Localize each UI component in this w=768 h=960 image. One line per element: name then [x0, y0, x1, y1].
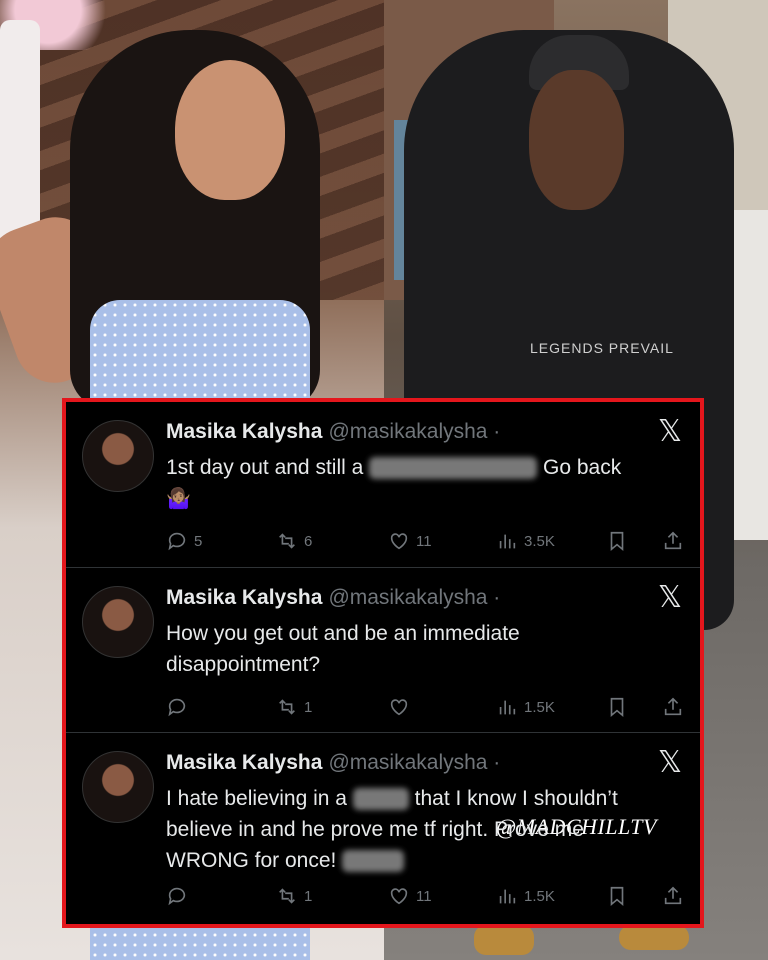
repost-button[interactable]: 1 [276, 696, 312, 718]
handle[interactable]: @masikakalysha · [328, 751, 500, 774]
share-icon [664, 531, 682, 550]
views-button[interactable]: 1.5K [496, 696, 555, 718]
bookmark-button[interactable] [606, 530, 628, 552]
censored-emoji [342, 850, 405, 873]
repost-count: 1 [304, 887, 313, 905]
bookmark-icon [610, 531, 624, 552]
display-name[interactable]: Masika Kalysha [166, 751, 322, 774]
face [175, 60, 285, 200]
tweet-2[interactable]: Masika Kalysha @masikakalysha · 𝕏 How you… [66, 567, 700, 839]
hoodie-text: LEGENDS PREVAIL [530, 340, 674, 356]
boot-left [474, 925, 534, 955]
tweet-text-line: disappointment? [166, 653, 321, 676]
heart-icon [390, 888, 408, 905]
tweets-panel: Masika Kalysha @masikakalysha · 𝕏 1st day… [62, 398, 704, 928]
reply-button[interactable]: 5 [166, 530, 202, 552]
tweet-text: I hate believing in a that I know I shou… [166, 783, 686, 876]
avatar[interactable] [82, 586, 154, 658]
tweet-text-part: that I know I shouldn’t [414, 787, 618, 810]
tweet-text-part: Go back [542, 456, 622, 479]
heart-icon [390, 533, 408, 550]
views-icon [499, 700, 516, 715]
repost-icon [279, 533, 295, 549]
share-icon [664, 697, 682, 716]
censored-word [369, 457, 538, 480]
like-button[interactable]: 11 [388, 530, 432, 552]
views-count: 3.5K [524, 532, 555, 550]
tweet-text-part: I hate believing in a [166, 787, 347, 810]
views-count: 1.5K [524, 698, 555, 716]
tweet-header: Masika Kalysha @masikakalysha · [166, 420, 500, 444]
like-button[interactable] [388, 696, 416, 718]
avatar[interactable] [82, 751, 154, 823]
reply-icon [168, 532, 186, 551]
heart-icon [390, 699, 408, 716]
tweet-3[interactable]: Masika Kalysha @masikakalysha · 𝕏 I hate … [66, 732, 700, 928]
bookmark-icon [610, 886, 624, 907]
repost-icon [279, 699, 295, 715]
tweet-text-part: 1st day out and still a [166, 456, 364, 479]
reply-icon [168, 698, 186, 717]
views-button[interactable]: 3.5K [496, 530, 555, 552]
tweet-text: 1st day out and still a Go back 🤷🏽‍♀️ [166, 452, 686, 514]
bookmark-button[interactable] [606, 696, 628, 718]
reply-icon [168, 887, 186, 906]
x-logo-icon: 𝕏 [657, 414, 683, 449]
face [529, 70, 624, 210]
repost-count: 1 [304, 698, 313, 716]
repost-button[interactable]: 1 [276, 885, 312, 907]
shrug-emoji: 🤷🏽‍♀️ [166, 486, 191, 510]
censored-word [352, 788, 409, 811]
share-icon [664, 886, 682, 905]
repost-count: 6 [304, 532, 313, 550]
action-bar: 5 6 11 3.5K [166, 530, 686, 554]
tweet-text-line: WRONG for once! [166, 849, 337, 872]
tweet-text: How you get out and be an immediate disa… [166, 618, 686, 680]
action-bar: 1 11 1.5K [166, 885, 686, 909]
repost-button[interactable]: 6 [276, 530, 312, 552]
share-button[interactable] [662, 530, 684, 552]
tweet-header: Masika Kalysha @masikakalysha · [166, 751, 500, 775]
display-name[interactable]: Masika Kalysha [166, 420, 322, 443]
action-bar: 1 1.5K [166, 696, 686, 720]
tweet-text-line: How you get out and be an immediate [166, 622, 520, 645]
like-button[interactable]: 11 [388, 885, 432, 907]
like-count: 11 [416, 887, 432, 905]
tweet-text-line: believe in and he prove me tf right. Pro… [166, 818, 584, 841]
tweet-header: Masika Kalysha @masikakalysha · [166, 586, 500, 610]
reply-button[interactable] [166, 696, 194, 718]
handle[interactable]: @masikakalysha · [328, 586, 500, 609]
x-logo-icon: 𝕏 [657, 580, 683, 615]
views-count: 1.5K [524, 887, 555, 905]
share-button[interactable] [662, 885, 684, 907]
display-name[interactable]: Masika Kalysha [166, 586, 322, 609]
share-button[interactable] [662, 696, 684, 718]
bookmark-button[interactable] [606, 885, 628, 907]
boot-right [619, 925, 689, 950]
tweet-1[interactable]: Masika Kalysha @masikakalysha · 𝕏 1st day… [66, 402, 700, 566]
reply-count: 5 [194, 532, 203, 550]
reply-button[interactable] [166, 885, 194, 907]
views-icon [499, 889, 516, 904]
views-icon [499, 534, 516, 549]
views-button[interactable]: 1.5K [496, 885, 555, 907]
like-count: 11 [416, 532, 432, 550]
bookmark-icon [610, 697, 624, 718]
avatar[interactable] [82, 420, 154, 492]
x-logo-icon: 𝕏 [657, 745, 683, 780]
repost-icon [279, 888, 295, 904]
handle[interactable]: @masikakalysha · [328, 420, 500, 443]
